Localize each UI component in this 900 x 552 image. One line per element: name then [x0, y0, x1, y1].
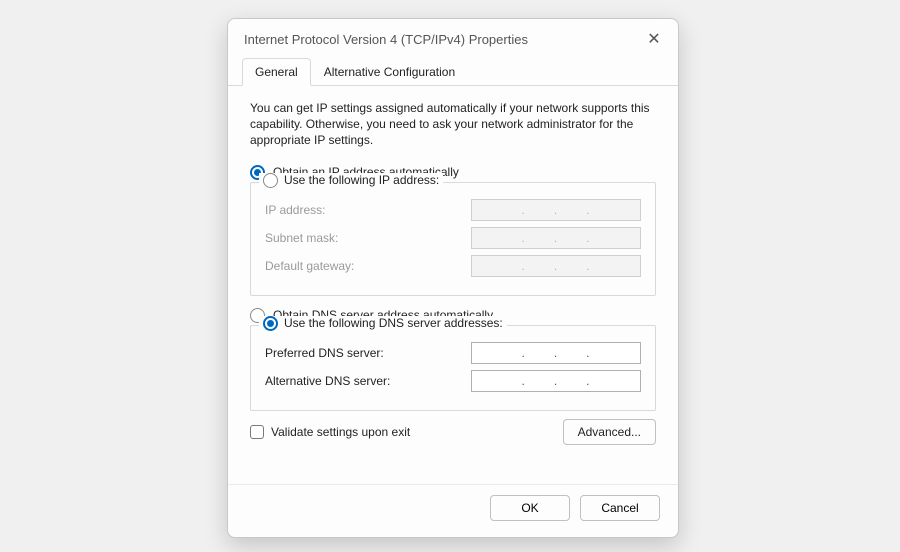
- field-label: Subnet mask:: [265, 231, 338, 245]
- dialog-footer: OK Cancel: [228, 484, 678, 537]
- preferred-dns-input[interactable]: ...: [471, 342, 641, 364]
- group-dns-manual: Use the following DNS server addresses: …: [250, 325, 656, 411]
- field-alternative-dns: Alternative DNS server: ...: [265, 370, 641, 392]
- ipv4-properties-dialog: Internet Protocol Version 4 (TCP/IPv4) P…: [227, 18, 679, 538]
- close-icon[interactable]: ✕: [644, 29, 664, 49]
- ip-address-input: ...: [471, 199, 641, 221]
- radio-icon: [263, 316, 278, 331]
- radio-label: Use the following DNS server addresses:: [284, 316, 503, 330]
- field-default-gateway: Default gateway: ...: [265, 255, 641, 277]
- field-ip-address: IP address: ...: [265, 199, 641, 221]
- subnet-mask-input: ...: [471, 227, 641, 249]
- checkbox-label: Validate settings upon exit: [271, 425, 410, 439]
- field-preferred-dns: Preferred DNS server: ...: [265, 342, 641, 364]
- field-label: Default gateway:: [265, 259, 354, 273]
- field-label: IP address:: [265, 203, 325, 217]
- tab-row: General Alternative Configuration: [228, 57, 678, 86]
- radio-dns-manual[interactable]: Use the following DNS server addresses:: [259, 316, 507, 331]
- tab-general[interactable]: General: [242, 58, 311, 86]
- ok-button[interactable]: OK: [490, 495, 570, 521]
- tab-alternative-configuration[interactable]: Alternative Configuration: [311, 58, 468, 86]
- alternative-dns-input[interactable]: ...: [471, 370, 641, 392]
- advanced-button[interactable]: Advanced...: [563, 419, 656, 445]
- titlebar: Internet Protocol Version 4 (TCP/IPv4) P…: [228, 19, 678, 57]
- radio-ip-manual[interactable]: Use the following IP address:: [259, 173, 443, 188]
- field-label: Alternative DNS server:: [265, 374, 390, 388]
- radio-icon: [263, 173, 278, 188]
- field-label: Preferred DNS server:: [265, 346, 384, 360]
- checkbox-icon: [250, 425, 264, 439]
- group-ip-manual: Use the following IP address: IP address…: [250, 182, 656, 296]
- radio-label: Use the following IP address:: [284, 173, 439, 187]
- field-subnet-mask: Subnet mask: ...: [265, 227, 641, 249]
- dialog-title: Internet Protocol Version 4 (TCP/IPv4) P…: [244, 32, 528, 47]
- description-text: You can get IP settings assigned automat…: [250, 100, 656, 149]
- cancel-button[interactable]: Cancel: [580, 495, 660, 521]
- dialog-body: You can get IP settings assigned automat…: [228, 86, 678, 484]
- default-gateway-input: ...: [471, 255, 641, 277]
